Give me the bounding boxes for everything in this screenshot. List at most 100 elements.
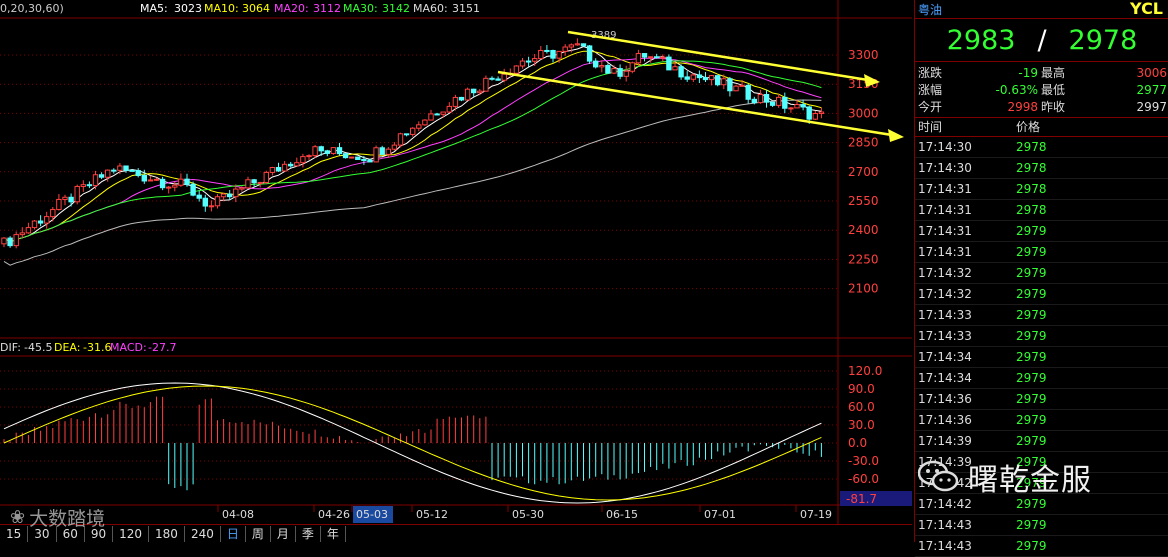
tick-row: 17:14:43 2979	[915, 536, 1168, 557]
candle-body	[416, 124, 422, 129]
period-button[interactable]: 季	[296, 526, 321, 542]
candle-body	[641, 53, 648, 58]
candle-body	[769, 101, 776, 106]
tick-time: 17:14:36	[918, 413, 972, 427]
macd-label: MACD:	[110, 341, 147, 354]
period-button[interactable]: 月	[271, 526, 296, 542]
macd-tick-label: 120.0	[848, 364, 882, 378]
macd-tick-label: -60.0	[848, 472, 879, 486]
watermark-right-text: 曙乾金服	[968, 463, 1092, 498]
period-button[interactable]: 周	[246, 526, 271, 542]
candle-body	[50, 209, 56, 218]
tick-time: 17:14:33	[918, 308, 972, 322]
candle-body	[312, 146, 318, 157]
candle-body	[172, 184, 178, 188]
candle-body	[751, 98, 757, 104]
candle-body	[166, 186, 172, 189]
candle-body	[471, 88, 477, 94]
price-tick-label: 2400	[848, 223, 879, 237]
ma30-line	[3, 60, 822, 243]
ma5-value: 3023	[174, 2, 202, 15]
kline-chart-area[interactable]: 0,20,30,60) MA5: 3023 MA10: 3064 MA20: 3…	[0, 0, 912, 543]
date-tick-label: 04-26	[318, 508, 350, 521]
price-tick-label: 2700	[848, 165, 879, 179]
candle-body	[544, 49, 550, 52]
candle-body	[294, 162, 300, 167]
price-tick-label: 2100	[848, 282, 879, 296]
percent-value: -0.63%	[995, 83, 1038, 97]
period-button[interactable]: 年	[321, 526, 346, 542]
candle-body	[562, 46, 568, 52]
candle-body	[550, 49, 556, 59]
candle-body	[257, 181, 263, 184]
candle-body	[300, 156, 306, 164]
change-value: -19	[1018, 66, 1038, 80]
candle-body	[501, 73, 507, 81]
period-button[interactable]: 180	[149, 526, 185, 542]
candle-body	[635, 53, 642, 64]
tick-price: 2979	[1016, 224, 1047, 238]
candle-body	[477, 90, 483, 94]
candle-body	[452, 96, 459, 107]
candle-body	[532, 58, 538, 62]
trend-arrow-lower	[888, 129, 904, 142]
tick-price: 2978	[1016, 161, 1047, 175]
tick-time: 17:14:31	[918, 224, 972, 238]
tick-row: 17:14:30 2978	[915, 158, 1168, 179]
candle-body	[275, 167, 282, 172]
candle-body	[672, 66, 678, 71]
candle-body	[68, 196, 74, 203]
candle-body	[269, 167, 276, 173]
candle-body	[105, 169, 111, 178]
candle-body	[403, 133, 410, 136]
candle-body	[727, 78, 733, 92]
price-b: 2978	[1068, 24, 1138, 56]
candle-body	[611, 68, 617, 74]
tick-price: 2978	[1016, 203, 1047, 217]
candle-body	[568, 44, 574, 48]
candle-body	[56, 198, 62, 211]
candle-body	[251, 179, 257, 184]
quote-stats: 涨跌 -19 最高 3006 涨幅 -0.63% 最低 2977 今开 2998…	[915, 62, 1168, 118]
candle-body	[464, 88, 471, 101]
candle-body	[684, 76, 690, 80]
macd-current-value: -81.7	[846, 492, 877, 506]
tick-price: 2979	[1016, 287, 1047, 301]
period-button[interactable]: 日	[221, 526, 246, 542]
period-button[interactable]: 120	[113, 526, 150, 542]
candle-body	[739, 84, 745, 87]
change-label: 涨跌	[918, 66, 943, 80]
date-tick-label: 07-01	[704, 508, 736, 521]
macd-tick-label: 60.0	[848, 400, 875, 414]
candle-body	[25, 227, 32, 234]
candle-body	[605, 65, 611, 74]
open-value: 2998	[1007, 100, 1038, 114]
candle-body	[495, 78, 501, 81]
kline-chart[interactable]: 0,20,30,60) MA5: 3023 MA10: 3064 MA20: 3…	[0, 0, 912, 524]
candle-body	[800, 104, 806, 108]
tick-time: 17:14:33	[918, 329, 972, 343]
wechat-icon	[917, 460, 959, 494]
ma20-line	[3, 57, 822, 243]
date-axis: 04-08 04-26 05-03 05-12 05-30 06-15 07-01 07-19	[217, 505, 832, 523]
tick-time: 17:14:43	[918, 539, 972, 553]
candle-body	[342, 153, 349, 159]
date-tick-label: 05-03	[356, 508, 388, 521]
candle-body	[318, 146, 324, 152]
ma10-label: MA10:	[204, 2, 239, 15]
date-tick-label: 07-19	[800, 508, 832, 521]
dea-value: -31.6	[83, 341, 111, 354]
candle-body	[660, 56, 666, 59]
tick-time: 17:14:34	[918, 371, 972, 385]
tick-row: 17:14:31 2979	[915, 221, 1168, 242]
tick-row: 17:14:43 2979	[915, 515, 1168, 536]
price-axis: 330031503000285027002550240022502100	[848, 48, 879, 296]
tick-time: 17:14:31	[918, 245, 972, 259]
ticks-header: 时间 价格	[915, 118, 1168, 137]
candle-body	[391, 144, 398, 150]
period-button[interactable]: 240	[185, 526, 221, 542]
candle-body	[141, 174, 148, 182]
date-tick-label: 04-08	[222, 508, 254, 521]
macd-tick-label: -30.0	[848, 454, 879, 468]
candle-body	[690, 74, 696, 80]
